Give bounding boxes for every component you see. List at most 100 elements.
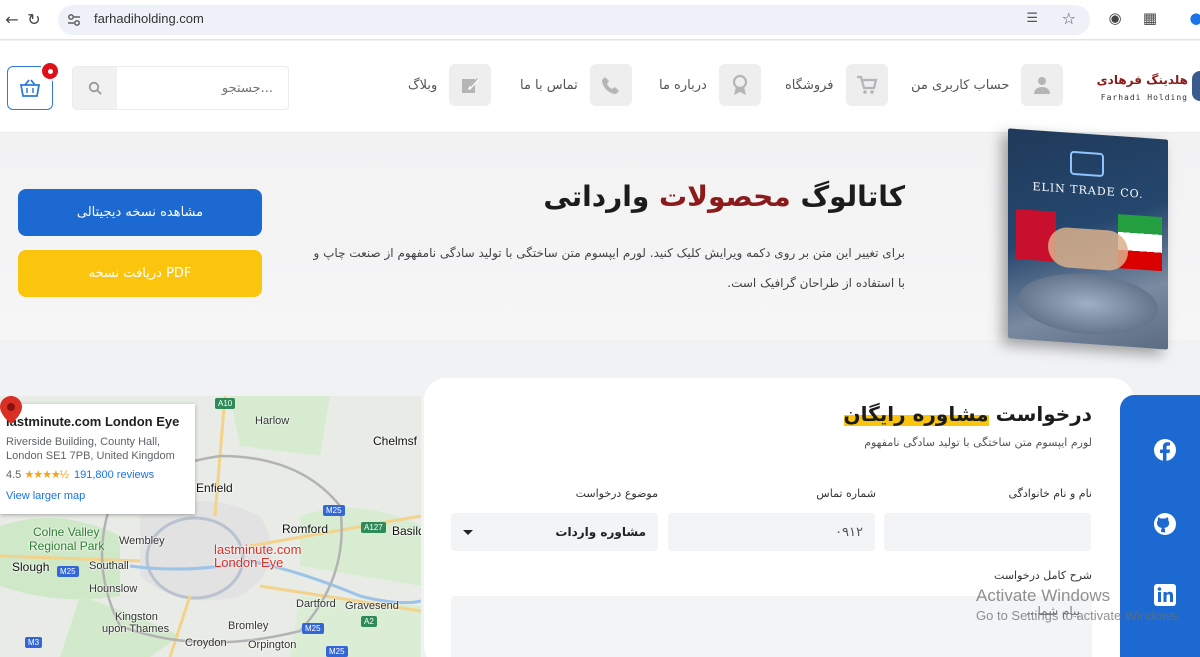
translate-icon[interactable]: ☰ bbox=[1026, 11, 1038, 26]
place-name: lastminute.com London Eye bbox=[6, 414, 180, 429]
name-field[interactable] bbox=[884, 513, 1091, 551]
view-larger-map-link[interactable]: View larger map bbox=[6, 490, 189, 502]
map-label: Regional Park bbox=[29, 539, 105, 553]
hero-title-part2: وارداتی bbox=[543, 180, 650, 213]
phone-field[interactable] bbox=[668, 513, 875, 551]
social-sidebar bbox=[1120, 395, 1200, 657]
linkedin-icon[interactable] bbox=[1152, 582, 1178, 608]
map-pin-label: London Eye bbox=[214, 555, 284, 570]
map-place-card: lastminute.com London Eye Riverside Buil… bbox=[0, 404, 195, 514]
map-label: Kingston bbox=[115, 611, 158, 623]
nav-contact-us[interactable]: تماس با ما bbox=[520, 63, 632, 107]
chevron-down-icon bbox=[463, 529, 473, 535]
address-bar[interactable]: farhadiholding.com ☰ ☆ bbox=[58, 5, 1090, 35]
rating-value: 4.5 bbox=[6, 469, 22, 481]
map-pin-icon[interactable] bbox=[0, 396, 22, 424]
name-label: نام و نام خانوادگی bbox=[1008, 487, 1092, 500]
map-label: upon Thames bbox=[102, 623, 170, 635]
map-label: Orpington bbox=[248, 639, 297, 651]
road-badge: M3 bbox=[25, 637, 43, 648]
nav-label: تماس با ما bbox=[520, 77, 578, 93]
hero-title-highlight: محصولات bbox=[659, 180, 791, 213]
cart-icon bbox=[845, 64, 888, 106]
catalog-hero: کاتالوگ محصولات وارداتی برای تغییر این م… bbox=[0, 128, 1200, 350]
map-label: Southall bbox=[89, 560, 129, 572]
place-rating: 4.5 ★★★★½ 191,800 reviews bbox=[6, 468, 189, 481]
nav-label: حساب کاربری من bbox=[911, 77, 1010, 93]
road-badge: M25 bbox=[323, 505, 345, 516]
hero-title: کاتالوگ محصولات وارداتی bbox=[543, 180, 905, 213]
globe-image bbox=[1018, 269, 1158, 339]
nav-my-account[interactable]: حساب کاربری من bbox=[911, 63, 1064, 107]
catalog-logo-icon bbox=[1070, 150, 1104, 178]
topic-select-value: مشاوره واردات bbox=[555, 525, 646, 539]
map-label: Chelmsf bbox=[373, 434, 418, 448]
road-badge: A10 bbox=[215, 398, 236, 409]
arrow-left-icon[interactable]: ← bbox=[0, 8, 24, 32]
road-badge: M25 bbox=[57, 566, 79, 577]
logo-subtext: Farhadi Holding bbox=[1100, 93, 1188, 102]
map-label: Slough bbox=[12, 560, 50, 574]
description-label: شرح کامل درخواست bbox=[994, 569, 1092, 582]
map-label: Basild bbox=[392, 524, 421, 538]
map-label: Colne Valley bbox=[33, 525, 100, 539]
edit-icon bbox=[449, 64, 492, 106]
nav-label: درباره ما bbox=[659, 77, 707, 93]
map-label: Bromley bbox=[228, 620, 269, 632]
map-label: Romford bbox=[282, 522, 329, 536]
profile-icon[interactable]: ● bbox=[1186, 9, 1200, 27]
hero-description: برای تغییر این متن بر روی دکمه ویرایش کل… bbox=[313, 246, 905, 290]
github-icon[interactable] bbox=[1152, 511, 1178, 537]
extensions-icon[interactable]: ▦ bbox=[1140, 9, 1160, 27]
topic-select[interactable]: مشاوره واردات bbox=[451, 513, 658, 551]
map-label: Croydon bbox=[185, 637, 227, 649]
search-button[interactable] bbox=[73, 67, 117, 109]
bookmark-star-icon[interactable]: ☆ bbox=[1062, 9, 1076, 28]
search-icon bbox=[88, 81, 102, 95]
description-textarea[interactable] bbox=[451, 596, 1092, 657]
url-text[interactable]: farhadiholding.com bbox=[94, 11, 204, 26]
form-title-highlight: مشاوره رایگان bbox=[843, 402, 989, 426]
nav-label: فروشگاه bbox=[785, 77, 834, 93]
reviews-link[interactable]: 191,800 reviews bbox=[74, 469, 154, 481]
road-badge: A127 bbox=[361, 522, 386, 533]
map-label: Gravesend bbox=[345, 600, 399, 612]
place-address: Riverside Building, County Hall, London … bbox=[6, 436, 175, 462]
phone-label: شماره تماس bbox=[816, 487, 876, 500]
consultation-form: درخواست مشاوره رایگان لورم ایپسوم متن سا… bbox=[424, 378, 1134, 657]
road-badge: A2 bbox=[361, 616, 377, 627]
camera-icon[interactable]: ◉ bbox=[1105, 9, 1125, 27]
road-badge: M25 bbox=[326, 646, 348, 657]
facebook-icon[interactable] bbox=[1152, 437, 1178, 463]
map-label: Wembley bbox=[119, 535, 165, 547]
site-header: هلدینگ فرهادی Farhadi Holding حساب کاربر… bbox=[0, 41, 1200, 133]
download-pdf-button[interactable]: دریافت نسخه PDF bbox=[18, 250, 262, 297]
nav-about-us[interactable]: درباره ما bbox=[659, 63, 761, 107]
catalog-title: ELIN TRADE CO. bbox=[1032, 180, 1144, 201]
shopping-basket-icon bbox=[19, 79, 41, 97]
nav-blog[interactable]: وبلاگ bbox=[408, 63, 492, 107]
reload-icon[interactable]: ↻ bbox=[22, 8, 46, 32]
google-map[interactable]: lastminute.com London Eye Riverside Buil… bbox=[0, 396, 421, 657]
site-settings-icon[interactable] bbox=[66, 12, 82, 28]
form-title-text: درخواست bbox=[995, 402, 1092, 426]
form-subtitle: لورم ایپسوم متن ساختگی با تولید سادگی نا… bbox=[864, 436, 1092, 449]
search-box bbox=[72, 66, 289, 110]
view-digital-button[interactable]: مشاهده نسخه دیجیتالی bbox=[18, 189, 262, 236]
nav-shop[interactable]: فروشگاه bbox=[785, 63, 888, 107]
map-label: Hounslow bbox=[89, 583, 138, 595]
form-title: درخواست مشاوره رایگان bbox=[843, 402, 1092, 426]
topic-label: موضوع درخواست bbox=[575, 487, 658, 500]
rating-stars-icon: ★★★★½ bbox=[24, 469, 69, 481]
site-logo[interactable]: هلدینگ فرهادی Farhadi Holding bbox=[1096, 63, 1200, 113]
road-badge: M25 bbox=[302, 623, 324, 634]
logo-text: هلدینگ فرهادی bbox=[1096, 73, 1188, 87]
cart-badge bbox=[40, 61, 60, 81]
search-input[interactable] bbox=[119, 67, 287, 109]
catalog-cover-image: ELIN TRADE CO. bbox=[1008, 128, 1168, 350]
phone-icon bbox=[589, 64, 632, 106]
map-label: Harlow bbox=[255, 415, 290, 427]
map-label: Enfield bbox=[196, 481, 233, 495]
hero-title-part1: کاتالوگ bbox=[800, 180, 905, 213]
browser-toolbar: ← ↻ farhadiholding.com ☰ ☆ ◉ ▦ ● bbox=[0, 0, 1200, 40]
